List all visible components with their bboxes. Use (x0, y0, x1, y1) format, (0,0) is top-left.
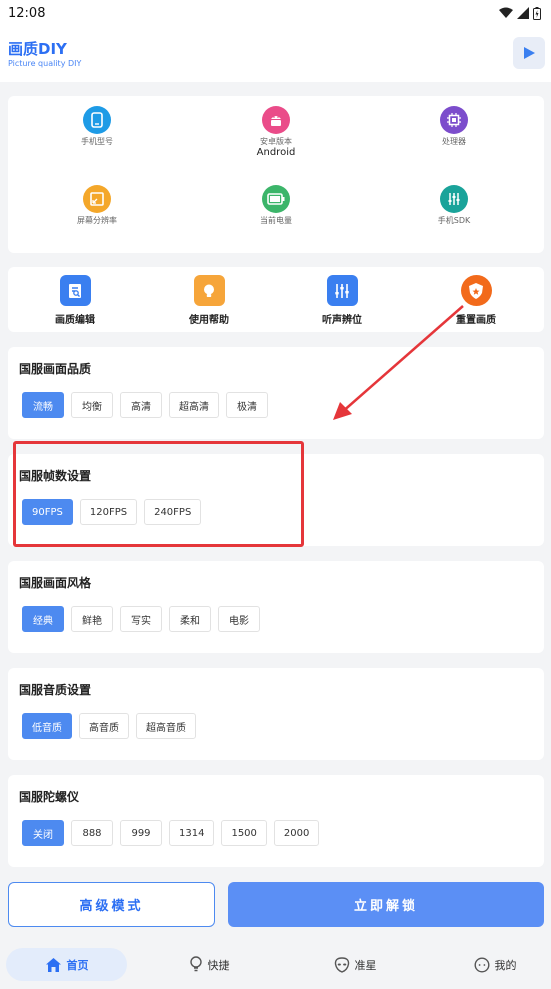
battery-status-icon (533, 6, 541, 20)
option-button[interactable]: 高清 (120, 392, 162, 418)
bottom-actions: 高级模式 立即解锁 (0, 880, 551, 935)
section-gyroscope: 国服陀螺仪 关闭 888 999 1314 1500 2000 (8, 775, 544, 867)
option-button[interactable]: 流畅 (22, 392, 64, 418)
edit-icon (59, 275, 91, 306)
battery-icon (262, 185, 290, 213)
section-fps: 国服帧数设置 90FPS 120FPS 240FPS (8, 454, 544, 546)
nav-label: 准星 (354, 958, 377, 972)
alien-icon (334, 956, 349, 973)
section-title: 国服帧数设置 (19, 469, 92, 483)
bulb-icon (189, 956, 202, 972)
tool-sound-locate[interactable]: 听声辨位 (302, 275, 382, 326)
info-label: 处理器 (442, 137, 466, 146)
option-group: 流畅 均衡 高清 超高清 极清 (22, 392, 268, 418)
option-button[interactable]: 超高音质 (136, 713, 196, 739)
option-button[interactable]: 888 (71, 820, 113, 846)
nav-label: 快捷 (207, 958, 230, 972)
option-button[interactable]: 鲜艳 (71, 606, 113, 632)
option-button[interactable]: 240FPS (144, 499, 202, 525)
app-title: 画质DIY (8, 40, 67, 58)
info-label: 安卓版本 (260, 137, 292, 146)
nav-crosshair[interactable]: 准星 (308, 948, 402, 981)
home-icon (45, 957, 61, 972)
tools-card: 画质编辑 使用帮助 听声辨位 重置画质 (8, 267, 544, 332)
option-button[interactable]: 关闭 (22, 820, 64, 846)
face-icon (473, 956, 490, 973)
option-button[interactable]: 电影 (218, 606, 260, 632)
info-value: Android (256, 147, 296, 158)
option-button[interactable]: 低音质 (22, 713, 72, 739)
option-button[interactable]: 1314 (169, 820, 215, 846)
tool-quality-edit[interactable]: 画质编辑 (35, 275, 115, 326)
option-button[interactable]: 写实 (120, 606, 162, 632)
info-item-sdk: 手机SDK (394, 185, 514, 226)
option-button[interactable]: 柔和 (169, 606, 211, 632)
tool-label: 重置画质 (456, 315, 496, 326)
info-label: 手机SDK (437, 216, 471, 225)
tool-help[interactable]: 使用帮助 (169, 275, 249, 326)
bulb-icon (193, 275, 225, 306)
section-audio: 国服音质设置 低音质 高音质 超高音质 (8, 668, 544, 760)
advanced-mode-button[interactable]: 高级模式 (8, 882, 215, 927)
info-item-phone-model: 手机型号 (37, 106, 157, 147)
option-button[interactable]: 高音质 (79, 713, 129, 739)
tool-label: 听声辨位 (322, 315, 362, 326)
android-icon (262, 106, 290, 134)
sliders-icon (326, 275, 358, 306)
nav-home[interactable]: 首页 (6, 948, 127, 981)
signal-icon (517, 7, 529, 19)
info-label: 手机型号 (81, 137, 113, 146)
option-button[interactable]: 极清 (226, 392, 268, 418)
option-group: 关闭 888 999 1314 1500 2000 (22, 820, 320, 846)
nav-label: 首页 (66, 958, 89, 972)
info-item-android-version: 安卓版本 Android (216, 106, 336, 159)
nav-mine[interactable]: 我的 (448, 948, 542, 981)
device-info-card: 手机型号 安卓版本 Android 处理器 屏幕分辨率 当前电量 手机SDK (8, 96, 544, 253)
option-button[interactable]: 90FPS (22, 499, 73, 525)
cpu-icon (440, 106, 468, 134)
sdk-icon (440, 185, 468, 213)
option-group: 90FPS 120FPS 240FPS (22, 499, 202, 525)
app-bar: 画质DIY Picture quality DIY (0, 26, 551, 82)
nav-shortcut[interactable]: 快捷 (162, 948, 256, 981)
tool-label: 使用帮助 (189, 315, 229, 326)
section-title: 国服画面风格 (19, 576, 92, 590)
section-title: 国服陀螺仪 (19, 790, 80, 804)
option-group: 低音质 高音质 超高音质 (22, 713, 196, 739)
nav-label: 我的 (494, 958, 517, 972)
option-group: 经典 鲜艳 写实 柔和 电影 (22, 606, 260, 632)
option-button[interactable]: 120FPS (79, 499, 138, 525)
info-item-battery: 当前电量 (216, 185, 336, 226)
info-label: 屏幕分辨率 (77, 216, 117, 225)
option-button[interactable]: 经典 (22, 606, 64, 632)
unlock-button[interactable]: 立即解锁 (228, 882, 544, 927)
status-time: 12:08 (8, 5, 46, 21)
play-button[interactable] (513, 37, 545, 69)
info-item-processor: 处理器 (394, 106, 514, 147)
section-style: 国服画面风格 经典 鲜艳 写实 柔和 电影 (8, 561, 544, 653)
bottom-nav: 首页 快捷 准星 我的 (0, 940, 551, 989)
wifi-icon (499, 7, 513, 18)
option-button[interactable]: 2000 (273, 820, 320, 846)
option-button[interactable]: 999 (120, 820, 162, 846)
tool-reset-quality[interactable]: 重置画质 (436, 275, 516, 326)
play-icon (524, 47, 535, 59)
screen-icon (83, 185, 111, 213)
section-quality: 国服画面品质 流畅 均衡 高清 超高清 极清 (8, 347, 544, 439)
option-button[interactable]: 1500 (221, 820, 267, 846)
option-button[interactable]: 超高清 (169, 392, 219, 418)
section-title: 国服画面品质 (19, 362, 92, 376)
info-label: 当前电量 (260, 216, 292, 225)
app-subtitle: Picture quality DIY (8, 59, 82, 68)
shield-icon (460, 275, 492, 306)
phone-icon (83, 106, 111, 134)
option-button[interactable]: 均衡 (71, 392, 113, 418)
section-title: 国服音质设置 (19, 683, 92, 697)
info-item-resolution: 屏幕分辨率 (37, 185, 157, 226)
tool-label: 画质编辑 (55, 315, 95, 326)
status-bar: 12:08 (0, 0, 551, 26)
